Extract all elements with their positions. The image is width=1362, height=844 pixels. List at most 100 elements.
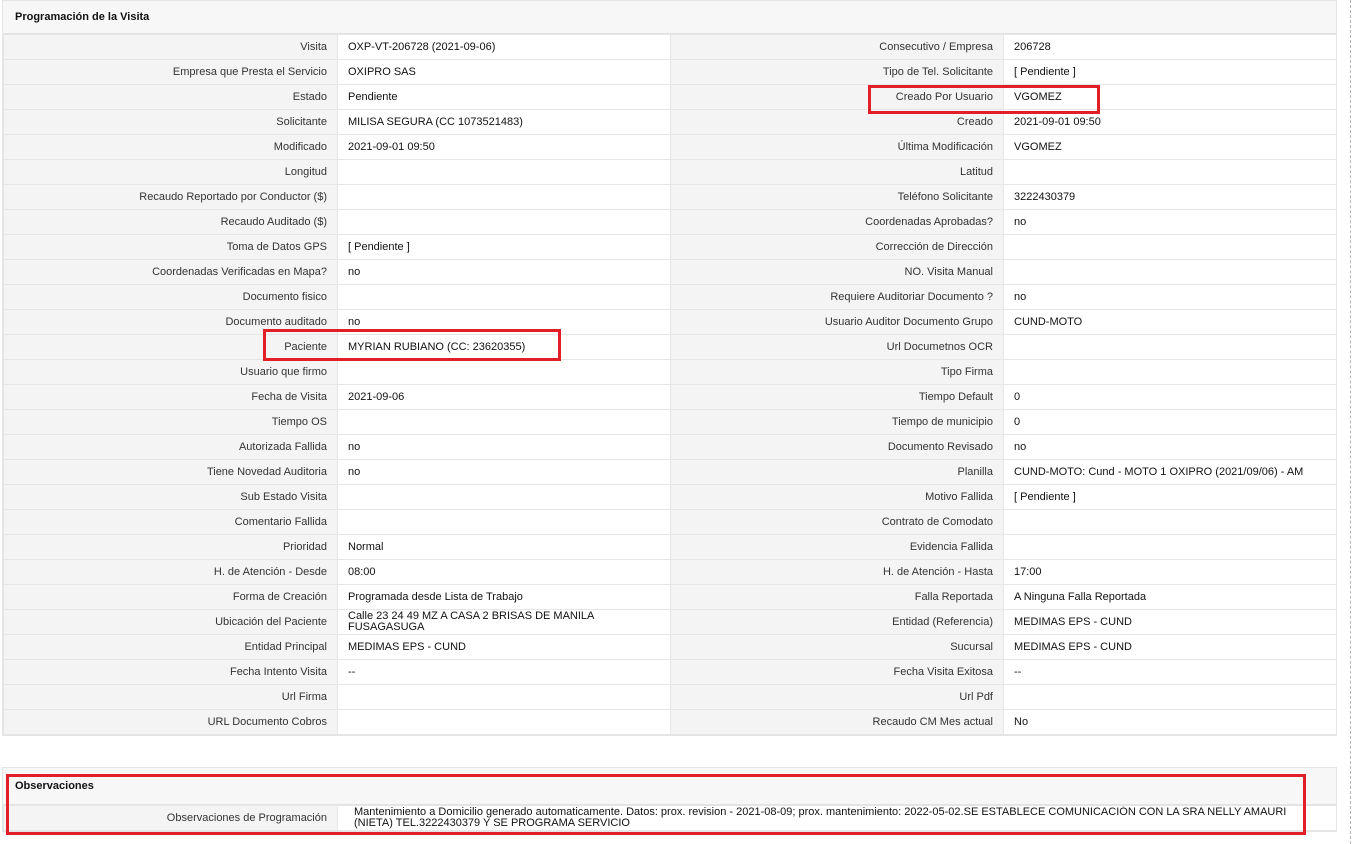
field-value: no	[1003, 284, 1337, 310]
table-row: Entidad Principal MEDIMAS EPS - CUND Sucur…	[3, 634, 1337, 660]
table-row: Solicitante MILISA SEGURA (CC 1073521483)…	[3, 109, 1337, 135]
table-row: Estado Pendiente Creado Por Usuario VGOMEZ	[3, 84, 1337, 110]
table-row: Fecha de Visita 2021-09-06 Tiempo Default 0	[3, 384, 1337, 410]
field-label: Consecutivo / Empresa	[670, 34, 1004, 60]
table-row: Observaciones de Programación Mantenimie…	[3, 805, 1337, 831]
field-label: Url Documetnos OCR	[670, 334, 1004, 360]
field-value: 0	[1003, 384, 1337, 410]
field-label: Autorizada Fallida	[3, 434, 338, 460]
field-label: Url Firma	[3, 684, 338, 710]
field-label: Entidad (Referencia)	[670, 609, 1004, 635]
field-value	[337, 709, 671, 735]
field-label: Fecha Visita Exitosa	[670, 659, 1004, 685]
field-value: No	[1003, 709, 1337, 735]
field-label: Paciente	[3, 334, 338, 360]
field-value	[1003, 684, 1337, 710]
field-value	[337, 159, 671, 185]
field-value	[1003, 359, 1337, 385]
field-value: 08:00	[337, 559, 671, 585]
table-row: Empresa que Presta el Servicio OXIPRO SAS…	[3, 59, 1337, 85]
field-value	[337, 509, 671, 535]
field-label: Documento fisico	[3, 284, 338, 310]
field-label: Evidencia Fallida	[670, 534, 1004, 560]
field-value	[1003, 534, 1337, 560]
field-value: --	[337, 659, 671, 685]
table-row: Tiene Novedad Auditoria no Planilla CUND-MO…	[3, 459, 1337, 485]
field-label: Requiere Auditoriar Documento ?	[670, 284, 1004, 310]
table-row: Paciente MYRIAN RUBIANO (CC: 23620355) Url…	[3, 334, 1337, 360]
programacion-table: Visita OXP-VT-206728 (2021-09-06) Consecut…	[3, 34, 1337, 735]
field-label: Recaudo Reportado por Conductor ($)	[3, 184, 338, 210]
field-value: --	[1003, 659, 1337, 685]
field-value: no	[337, 459, 671, 485]
field-label: Corrección de Dirección	[670, 234, 1004, 260]
field-value: 2021-09-01 09:50	[1003, 109, 1337, 135]
field-value: VGOMEZ	[1003, 134, 1337, 160]
table-row: Modificado 2021-09-01 09:50 Última Modific…	[3, 134, 1337, 160]
field-value: [ Pendiente ]	[1003, 59, 1337, 85]
field-label: Usuario que firmo	[3, 359, 338, 385]
table-row: Recaudo Auditado ($) Coordenadas Aprobada…	[3, 209, 1337, 235]
field-value: 206728	[1003, 34, 1337, 60]
table-row: Sub Estado Visita Motivo Fallida[ Pendien…	[3, 484, 1337, 510]
programacion-title: Programación de la Visita	[3, 1, 1336, 34]
field-label: Prioridad	[3, 534, 338, 560]
field-label: Teléfono Solicitante	[670, 184, 1004, 210]
table-row: Documento fisico Requiere Auditoriar Docu…	[3, 284, 1337, 310]
field-value: no	[1003, 209, 1337, 235]
field-label: Entidad Principal	[3, 634, 338, 660]
table-row: Comentario Fallida Contrato de Comodato	[3, 509, 1337, 535]
field-label: Usuario Auditor Documento Grupo	[670, 309, 1004, 335]
field-label: Fecha de Visita	[3, 384, 338, 410]
field-value: OXIPRO SAS	[337, 59, 671, 85]
field-label: Longitud	[3, 159, 338, 185]
field-label: Documento Revisado	[670, 434, 1004, 460]
field-value: no	[337, 309, 671, 335]
table-row: Url Firma Url Pdf	[3, 684, 1337, 710]
field-value: VGOMEZ	[1003, 84, 1337, 110]
field-label: Falla Reportada	[670, 584, 1004, 610]
field-value: MEDIMAS EPS - CUND	[1003, 609, 1337, 635]
field-label: Estado	[3, 84, 338, 110]
field-value	[1003, 334, 1337, 360]
field-value: no	[1003, 434, 1337, 460]
observaciones-title: Observaciones	[3, 768, 1336, 805]
table-row: Fecha Intento Visita -- Fecha Visita Exito…	[3, 659, 1337, 685]
table-row: Documento auditado no Usuario Auditor Docu…	[3, 309, 1337, 335]
field-value: Normal	[337, 534, 671, 560]
field-value: 0	[1003, 409, 1337, 435]
field-label: Motivo Fallida	[670, 484, 1004, 510]
field-label: Creado	[670, 109, 1004, 135]
table-row: Usuario que firmo Tipo Firma	[3, 359, 1337, 385]
table-row: Tiempo OS Tiempo de municipio 0	[3, 409, 1337, 435]
field-label: Última Modificación	[670, 134, 1004, 160]
field-value: 2021-09-01 09:50	[337, 134, 671, 160]
field-label: Comentario Fallida	[3, 509, 338, 535]
field-label: Visita	[3, 34, 338, 60]
field-label: Empresa que Presta el Servicio	[3, 59, 338, 85]
field-label: Recaudo CM Mes actual	[670, 709, 1004, 735]
field-label: Forma de Creación	[3, 584, 338, 610]
field-value	[337, 409, 671, 435]
field-value	[1003, 234, 1337, 260]
observaciones-value: Mantenimiento a Domicilio generado autom…	[337, 805, 1337, 831]
field-label: URL Documento Cobros	[3, 709, 338, 735]
field-label: Contrato de Comodato	[670, 509, 1004, 535]
field-value: 2021-09-06	[337, 384, 671, 410]
field-label: Ubicación del Paciente	[3, 609, 338, 635]
field-label: Tipo Firma	[670, 359, 1004, 385]
field-value	[1003, 159, 1337, 185]
field-value: no	[337, 259, 671, 285]
field-value: Pendiente	[337, 84, 671, 110]
table-row: URL Documento Cobros Recaudo CM Mes actua…	[3, 709, 1337, 735]
field-label: Sucursal	[670, 634, 1004, 660]
field-label: Solicitante	[3, 109, 338, 135]
field-label: Tiempo de municipio	[670, 409, 1004, 435]
field-value: [ Pendiente ]	[337, 234, 671, 260]
field-value	[337, 684, 671, 710]
observaciones-section: Observaciones Observaciones de Programac…	[2, 767, 1337, 832]
table-row: H. de Atención - Desde 08:00 H. de Atenció…	[3, 559, 1337, 585]
field-label: Modificado	[3, 134, 338, 160]
field-label: Coordenadas Aprobadas?	[670, 209, 1004, 235]
field-label: Tiene Novedad Auditoria	[3, 459, 338, 485]
